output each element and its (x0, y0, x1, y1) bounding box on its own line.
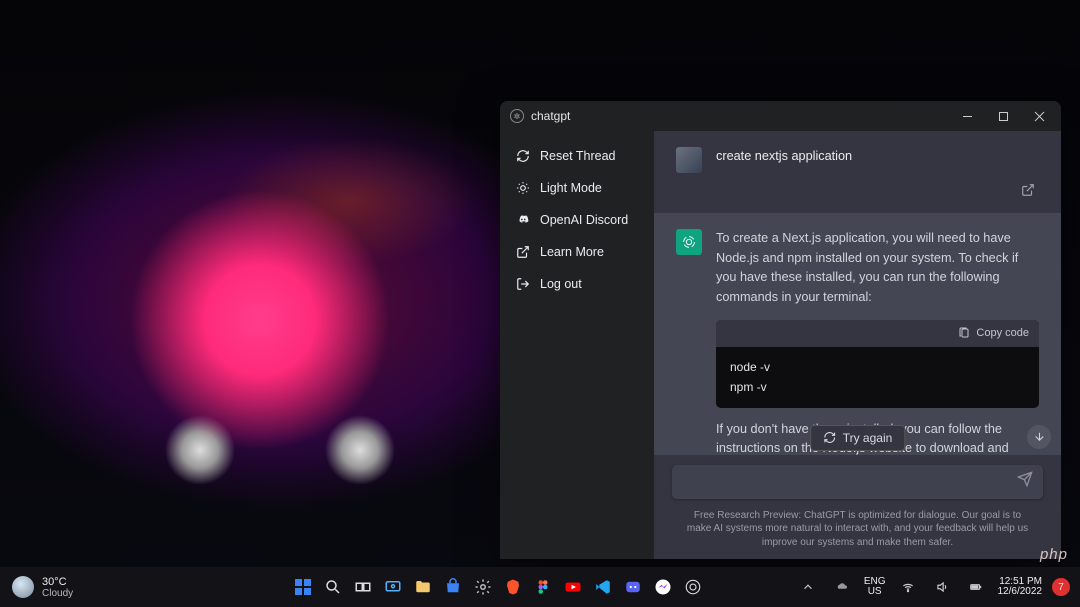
clock[interactable]: 12:51 PM 12/6/2022 (998, 577, 1043, 598)
clipboard-icon (958, 327, 970, 339)
logout-icon (516, 277, 530, 291)
start-button[interactable] (291, 575, 315, 599)
notification-badge[interactable]: 7 (1052, 578, 1070, 596)
sidebar-label: Light Mode (540, 181, 602, 195)
try-again-label: Try again (843, 431, 893, 445)
user-avatar (676, 147, 702, 173)
search-button[interactable] (321, 575, 345, 599)
external-link-icon (516, 245, 530, 259)
sidebar-item-learn[interactable]: Learn More (508, 237, 646, 267)
refresh-icon (516, 149, 530, 163)
window-title: chatgpt (531, 109, 949, 123)
onedrive-icon[interactable] (830, 575, 854, 599)
scroll-down-button[interactable] (1027, 425, 1051, 449)
sidebar-item-discord[interactable]: OpenAI Discord (508, 205, 646, 235)
brave-icon[interactable] (501, 575, 525, 599)
sidebar-label: Log out (540, 277, 582, 291)
assistant-message: To create a Next.js application, you wil… (654, 213, 1061, 455)
sun-icon (516, 181, 530, 195)
chat-input-box[interactable] (672, 465, 1043, 499)
discord-app-icon[interactable] (621, 575, 645, 599)
taskbar-app[interactable] (381, 575, 405, 599)
sidebar-item-logout[interactable]: Log out (508, 269, 646, 299)
vscode-icon[interactable] (591, 575, 615, 599)
taskbar[interactable]: 30°C Cloudy ENG US (0, 567, 1080, 607)
discord-icon (516, 213, 530, 227)
code-line: npm -v (730, 377, 1025, 397)
explorer-icon[interactable] (411, 575, 435, 599)
watermark: php (1040, 546, 1068, 563)
titlebar[interactable]: ✲ chatgpt (500, 101, 1061, 131)
send-icon (1017, 471, 1033, 487)
settings-icon[interactable] (471, 575, 495, 599)
user-text: create nextjs application (716, 147, 1039, 173)
messenger-icon[interactable] (651, 575, 675, 599)
app-icon: ✲ (510, 109, 524, 123)
weather-icon (12, 576, 34, 598)
message-list: create nextjs application (654, 131, 1061, 455)
copy-code-label: Copy code (976, 325, 1029, 342)
chevron-up-icon[interactable] (796, 575, 820, 599)
sidebar-item-reset[interactable]: Reset Thread (508, 141, 646, 171)
try-again-button[interactable]: Try again (810, 425, 906, 451)
code-block: Copy code node -v npm -v (716, 320, 1039, 408)
refresh-icon (823, 431, 836, 444)
arrow-down-icon (1033, 430, 1046, 443)
weather-temp: 30°C (42, 576, 73, 588)
sidebar-label: OpenAI Discord (540, 213, 628, 227)
sidebar: Reset Thread Light Mode OpenAI Discord L… (500, 131, 654, 559)
user-message: create nextjs application (654, 131, 1061, 213)
task-view-button[interactable] (351, 575, 375, 599)
figma-icon[interactable] (531, 575, 555, 599)
open-external-button[interactable] (676, 183, 1035, 197)
minimize-button[interactable] (949, 101, 985, 131)
code-line: node -v (730, 357, 1025, 377)
language-indicator[interactable]: ENG US (864, 577, 886, 598)
wifi-icon[interactable] (896, 575, 920, 599)
store-icon[interactable] (441, 575, 465, 599)
chatgpt-window: ✲ chatgpt Reset Thread Light Mode OpenAI… (500, 101, 1061, 559)
desktop: ✲ chatgpt Reset Thread Light Mode OpenAI… (0, 0, 1080, 607)
volume-icon[interactable] (930, 575, 954, 599)
sidebar-item-lightmode[interactable]: Light Mode (508, 173, 646, 203)
maximize-button[interactable] (985, 101, 1021, 131)
youtube-icon[interactable] (561, 575, 585, 599)
close-button[interactable] (1021, 101, 1057, 131)
assistant-avatar (676, 229, 702, 255)
footer-note: Free Research Preview: ChatGPT is optimi… (654, 505, 1061, 560)
battery-icon[interactable] (964, 575, 988, 599)
assistant-paragraph: To create a Next.js application, you wil… (716, 229, 1039, 308)
input-area (654, 455, 1061, 505)
send-button[interactable] (1017, 471, 1033, 492)
system-tray[interactable]: ENG US 12:51 PM 12/6/2022 7 (796, 575, 1080, 599)
chat-input[interactable] (682, 474, 1017, 489)
sidebar-label: Learn More (540, 245, 604, 259)
chat-main: create nextjs application (654, 131, 1061, 559)
weather-cond: Cloudy (42, 588, 73, 599)
copy-code-button[interactable]: Copy code (716, 320, 1039, 347)
taskbar-center (200, 575, 796, 599)
chatgpt-app-icon[interactable] (681, 575, 705, 599)
weather-widget[interactable]: 30°C Cloudy (0, 576, 200, 599)
sidebar-label: Reset Thread (540, 149, 616, 163)
